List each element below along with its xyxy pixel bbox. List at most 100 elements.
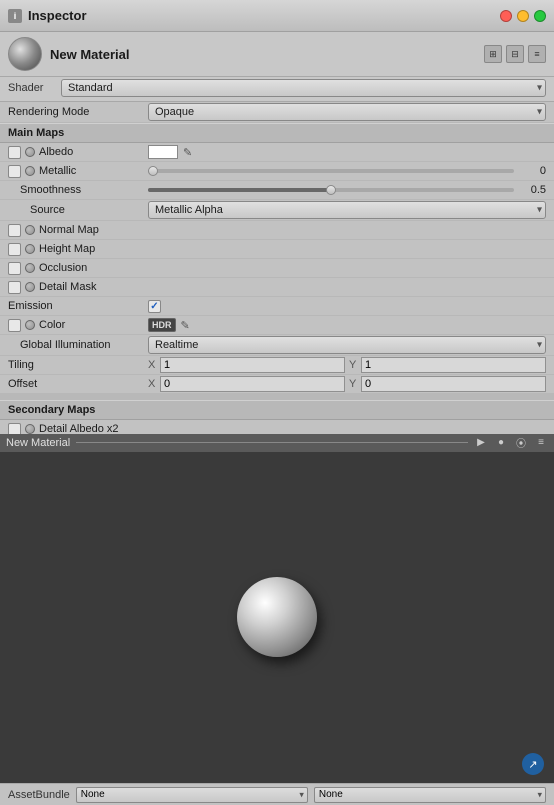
main-tiling-x-label: X (148, 359, 158, 371)
metallic-slider-row: 0 (148, 165, 546, 177)
occlusion-row: Occlusion (0, 259, 554, 278)
rendering-mode-label: Rendering Mode (8, 106, 148, 118)
rendering-mode-row: Rendering Mode Opaque (0, 102, 554, 123)
preview-info-icon[interactable]: ↗ (522, 753, 544, 775)
material-name: New Material (50, 47, 129, 62)
smoothness-slider-value: 0.5 (518, 184, 546, 196)
preview-menu-icon[interactable]: ≡ (534, 436, 548, 450)
preview-bar: New Material ▶ ● ⦿ ≡ (0, 434, 554, 452)
asset-bundle-dropdown-wrapper-2: None (314, 787, 546, 803)
height-map-label: Height Map (8, 243, 148, 256)
color-map-row: Color (8, 319, 148, 332)
main-offset-y-input[interactable] (361, 376, 546, 392)
source-dropdown-wrapper: Metallic Alpha (148, 201, 546, 219)
metallic-value: 0 (148, 165, 546, 177)
main-offset-label: Offset (8, 378, 148, 390)
color-dot (25, 320, 35, 330)
detail-mask-checkbox[interactable] (8, 281, 21, 294)
layout-icon-button[interactable]: ⊟ (506, 45, 524, 63)
rendering-mode-dropdown-wrapper: Opaque (148, 103, 546, 121)
main-offset-y-label: Y (349, 378, 359, 390)
secondary-maps-label: Secondary Maps (8, 404, 95, 416)
global-illumination-row: Global Illumination Realtime (0, 335, 554, 356)
hdr-badge: HDR (148, 318, 176, 332)
title-bar-left: i Inspector (8, 8, 87, 23)
menu-icon-button[interactable]: ≡ (528, 45, 546, 63)
height-map-map-row: Height Map (8, 243, 148, 256)
smoothness-slider-track[interactable] (148, 188, 514, 192)
albedo-dot (25, 147, 35, 157)
color-edit-icon[interactable]: ✎ (181, 319, 190, 332)
main-offset-x-input[interactable] (160, 376, 345, 392)
metallic-slider-thumb (148, 166, 158, 176)
emission-checkbox[interactable] (148, 300, 161, 313)
metallic-label: Metallic (8, 165, 148, 178)
title-bar: i Inspector (0, 0, 554, 32)
height-map-row: Height Map (0, 240, 554, 259)
material-header-left: New Material (8, 37, 129, 71)
smoothness-row: Smoothness 0.5 (0, 181, 554, 200)
inspector-window: i Inspector New Material ⊞ ⊟ ≡ Shader St… (0, 0, 554, 805)
detail-mask-row: Detail Mask (0, 278, 554, 297)
emission-label: Emission (8, 300, 148, 312)
occlusion-text: Occlusion (39, 262, 87, 274)
detail-mask-label: Detail Mask (8, 281, 148, 294)
smoothness-slider-fill (148, 188, 331, 192)
asset-bundle-dropdown-1[interactable]: None (76, 787, 308, 803)
shader-row: Shader Standard (0, 77, 554, 102)
albedo-edit-icon[interactable]: ✎ (183, 146, 192, 159)
normal-map-dot (25, 225, 35, 235)
select-icon-button[interactable]: ⊞ (484, 45, 502, 63)
preview-play-icon[interactable]: ▶ (474, 436, 488, 450)
close-button[interactable] (500, 10, 512, 22)
height-map-checkbox[interactable] (8, 243, 21, 256)
normal-map-checkbox[interactable] (8, 224, 21, 237)
albedo-value: ✎ (148, 145, 546, 159)
preview-dots-icon[interactable]: ⦿ (514, 436, 528, 450)
window-title: Inspector (28, 8, 87, 23)
global-illumination-dropdown[interactable]: Realtime (148, 336, 546, 354)
color-checkbox[interactable] (8, 319, 21, 332)
source-dropdown[interactable]: Metallic Alpha (148, 201, 546, 219)
detail-mask-text: Detail Mask (39, 281, 96, 293)
height-map-dot (25, 244, 35, 254)
main-tiling-y-input[interactable] (361, 357, 546, 373)
detail-albedo-checkbox[interactable] (8, 423, 21, 434)
main-tiling-label: Tiling (8, 359, 148, 371)
color-text: Color (39, 319, 65, 331)
albedo-color-swatch[interactable] (148, 145, 178, 159)
source-value: Metallic Alpha (148, 201, 546, 219)
shader-dropdown[interactable]: Standard (61, 79, 546, 97)
color-row: Color HDR ✎ (0, 316, 554, 335)
main-offset-row: Offset X Y (0, 375, 554, 394)
smoothness-label: Smoothness (8, 184, 148, 196)
metallic-checkbox[interactable] (8, 165, 21, 178)
main-tiling-x-field: X (148, 357, 345, 373)
main-tiling-row: Tiling X Y (0, 356, 554, 375)
maximize-button[interactable] (534, 10, 546, 22)
detail-albedo-text: Detail Albedo x2 (39, 423, 119, 434)
main-tiling-xy: X Y (148, 357, 546, 373)
detail-albedo-row: Detail Albedo x2 (0, 420, 554, 434)
main-maps-label: Main Maps (8, 127, 64, 139)
rendering-mode-value: Opaque (148, 103, 546, 121)
main-tiling-x-input[interactable] (160, 357, 345, 373)
main-offset-value: X Y (148, 376, 546, 392)
minimize-button[interactable] (517, 10, 529, 22)
albedo-text: Albedo (39, 146, 73, 158)
asset-bundle-bar: AssetBundle None None (0, 783, 554, 805)
asset-bundle-dropdown-wrapper-1: None (76, 787, 308, 803)
rendering-mode-dropdown[interactable]: Opaque (148, 103, 546, 121)
shader-dropdown-wrapper: Standard (61, 79, 546, 97)
shader-label: Shader (8, 82, 53, 94)
source-label: Source (8, 204, 148, 216)
preview-dot-icon[interactable]: ● (494, 436, 508, 450)
asset-bundle-dropdown-2[interactable]: None (314, 787, 546, 803)
material-preview-sphere (8, 37, 42, 71)
inspector-content: Rendering Mode Opaque Main Maps Albedo (0, 102, 554, 434)
occlusion-checkbox[interactable] (8, 262, 21, 275)
metallic-slider-track[interactable] (148, 169, 514, 173)
albedo-checkbox[interactable] (8, 146, 21, 159)
metallic-slider-value: 0 (518, 165, 546, 177)
normal-map-text: Normal Map (39, 224, 99, 236)
